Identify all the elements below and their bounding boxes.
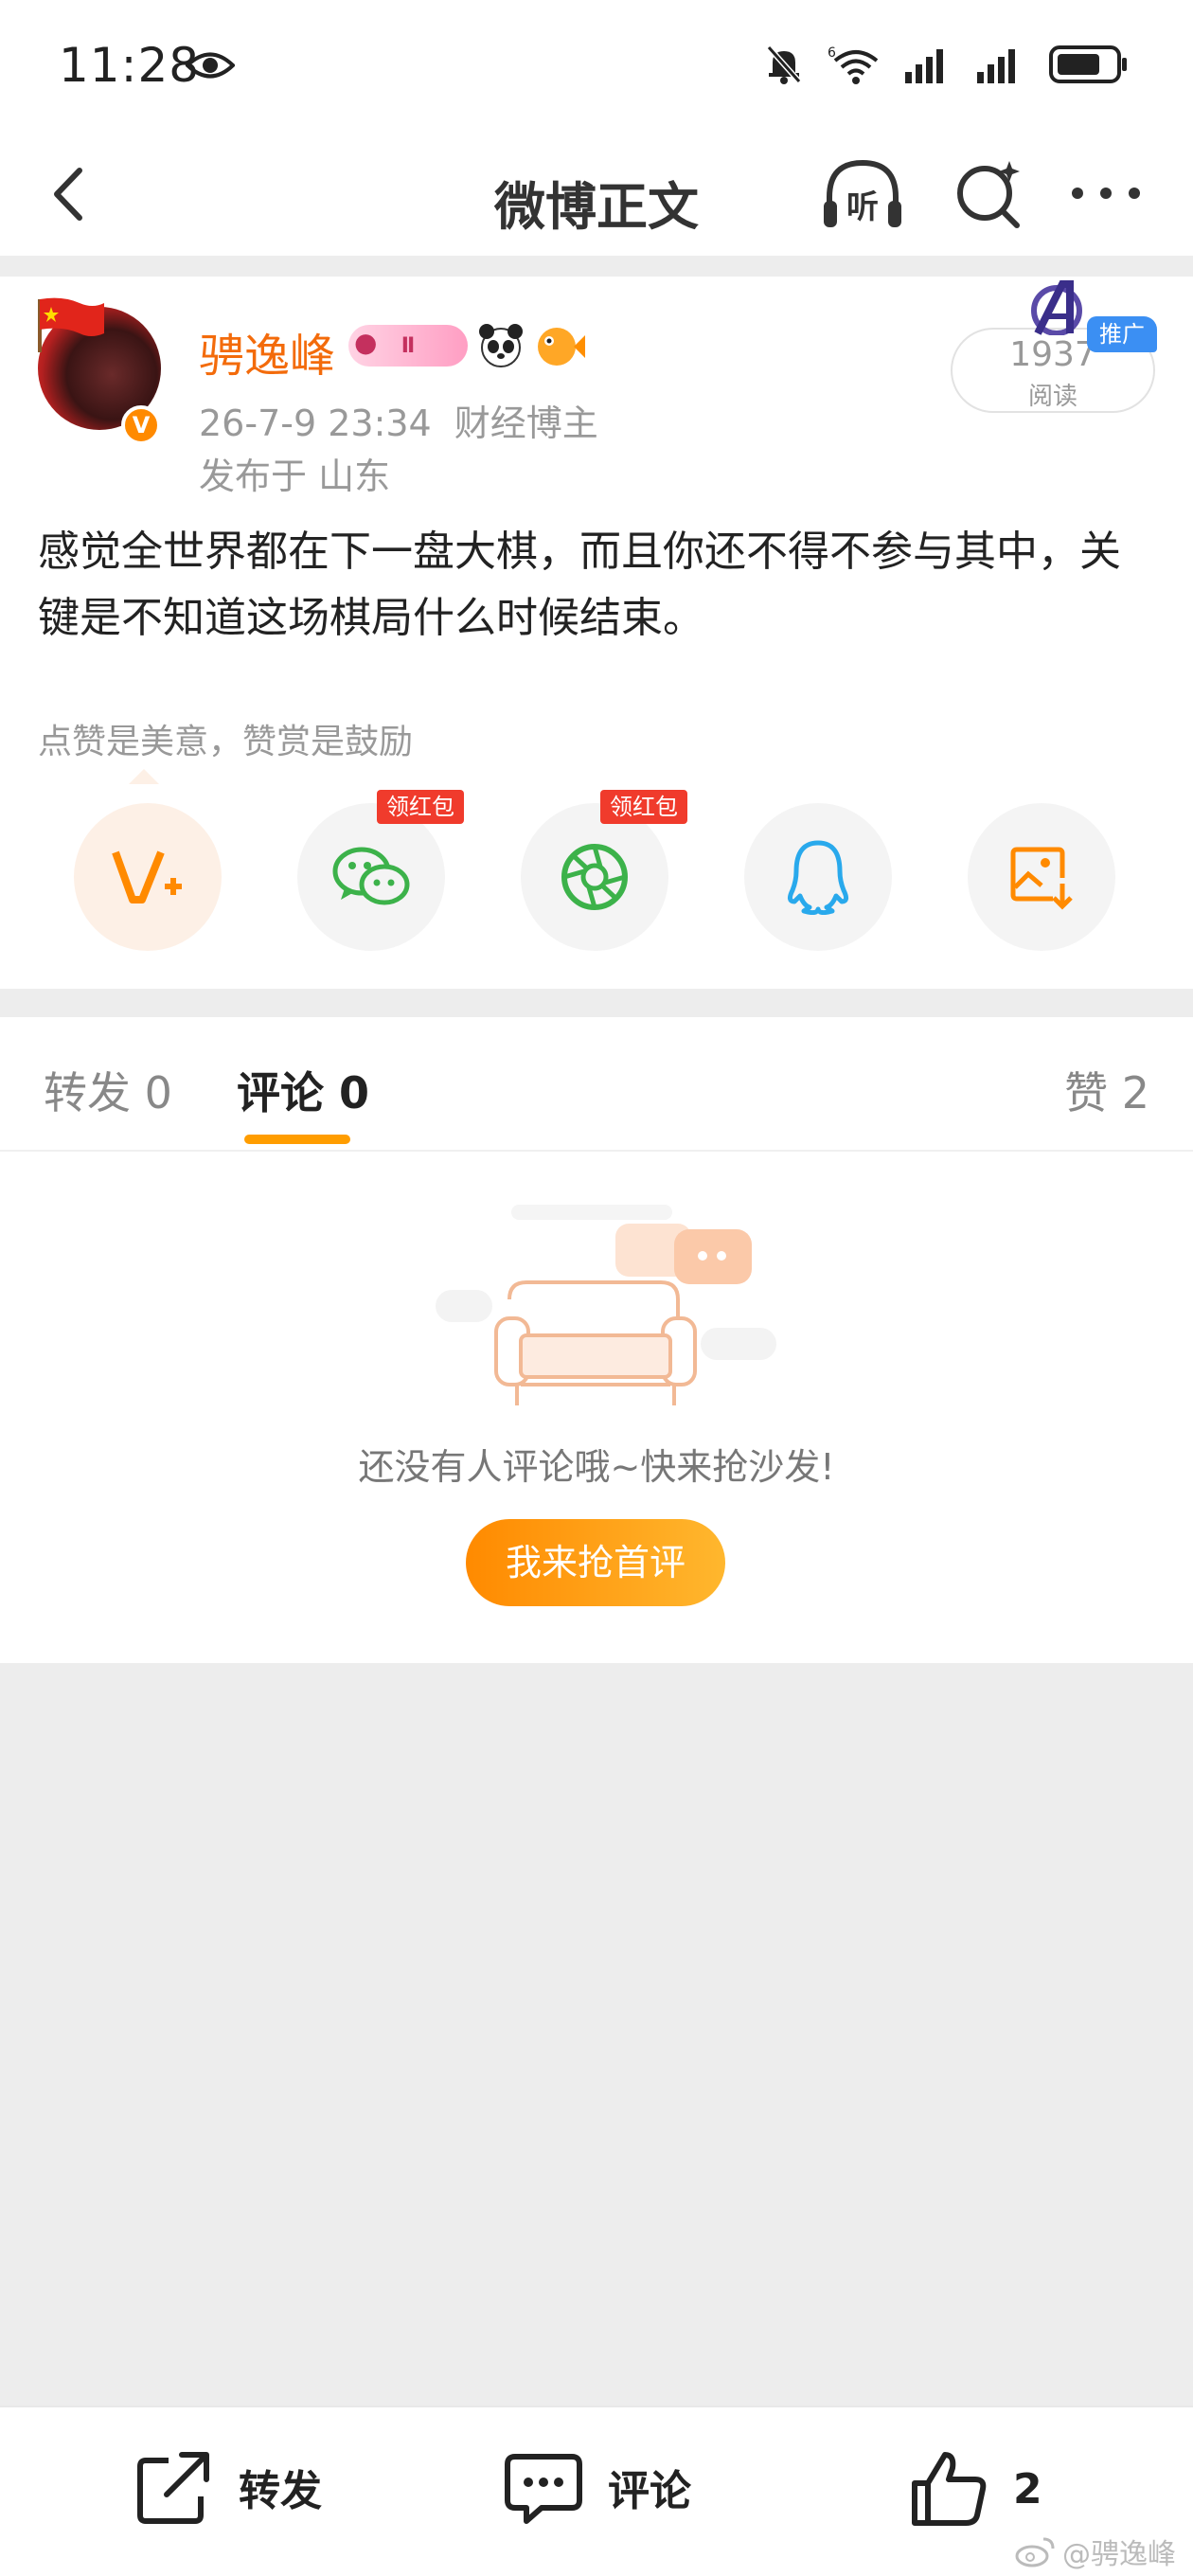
user-badges: ● Ⅱ: [348, 322, 585, 369]
comment-button[interactable]: 评论: [504, 2449, 691, 2525]
bottom-action-bar: 转发 评论 2 @骋逸峰: [0, 2406, 1193, 2576]
verified-badge-icon: V: [121, 405, 161, 445]
status-bar: 11:28 6: [0, 0, 1193, 133]
svg-text:听: 听: [846, 188, 879, 226]
save-image-button[interactable]: [968, 803, 1115, 951]
flag-icon: [38, 297, 104, 352]
wifi-icon: 6: [828, 45, 879, 84]
hint-caret: [129, 769, 159, 784]
level-badge-icon[interactable]: ● Ⅱ: [348, 325, 468, 367]
red-envelope-tag: 领红包: [377, 790, 464, 824]
panda-badge-icon[interactable]: [477, 322, 525, 369]
share-v-plus-button[interactable]: [74, 803, 222, 951]
sofa-empty-icon: [436, 1205, 776, 1405]
battery-icon: [1049, 45, 1127, 83]
empty-message: 还没有人评论哦~快来抢沙发!: [358, 1446, 835, 1488]
signal-icon: [905, 49, 943, 83]
tab-repost[interactable]: 转发 0: [44, 1059, 172, 1121]
first-comment-button[interactable]: 我来抢首评: [466, 1519, 725, 1606]
eye-icon: [186, 52, 235, 79]
like-count: 2: [1013, 2464, 1042, 2513]
thumbs-up-icon: [912, 2452, 987, 2526]
save-image-icon: [1010, 847, 1073, 910]
wechat-icon: [332, 847, 410, 905]
post-location: 发布于 山东: [199, 456, 391, 497]
post-text: 感觉全世界都在下一盘大棋，而且你还不得不参与其中，关键是不知道这场棋局什么时候结…: [38, 528, 1121, 642]
status-icons: 6: [765, 44, 1129, 85]
v-plus-icon: [112, 850, 182, 903]
share-qq-button[interactable]: [744, 803, 892, 951]
svg-text:6: 6: [828, 45, 836, 61]
read-label: 阅读: [1027, 383, 1077, 411]
post-meta: 26-7-9 23:34 财经博主: [199, 394, 598, 446]
interaction-tabs: 转发 0 评论 0 赞 2: [0, 1017, 1193, 1152]
post-card: V 骋逸峰 ● Ⅱ 26-7-9 23:34 财经博主 发布于 山东 1937 阅…: [0, 277, 1193, 989]
empty-comments: 还没有人评论哦~快来抢沙发! 我来抢首评: [0, 1152, 1193, 1663]
promo-tag: 推广: [1087, 316, 1157, 352]
username[interactable]: 骋逸峰: [199, 318, 335, 385]
post-role: 财经博主: [454, 402, 598, 444]
repost-label: 转发: [239, 2467, 322, 2515]
level-badge-label: Ⅱ: [401, 333, 416, 358]
reward-hint: 点赞是美意，赞赏是鼓励: [38, 723, 414, 761]
qq-icon: [787, 840, 849, 915]
watermark: @骋逸峰: [1015, 2531, 1176, 2572]
mute-bell-icon: [766, 45, 802, 84]
like-button[interactable]: 2: [909, 2449, 1042, 2529]
divider: [0, 256, 1193, 277]
more-icon[interactable]: [1068, 165, 1144, 222]
watermark-text: @骋逸峰: [1062, 2538, 1176, 2571]
repost-button[interactable]: 转发: [134, 2449, 322, 2525]
signal-icon: [977, 49, 1015, 83]
post-date: 26-7-9 23:34: [199, 402, 432, 444]
tab-like[interactable]: 赞 2: [1064, 1059, 1149, 1121]
cartoon-girl-icon: ●: [354, 327, 378, 358]
search-icon[interactable]: [951, 157, 1026, 233]
red-envelope-tag: 领红包: [600, 790, 687, 824]
comment-label: 评论: [608, 2467, 691, 2515]
weibo-logo-icon: [1015, 2537, 1055, 2567]
moments-icon: [561, 844, 628, 910]
repost-icon: [137, 2452, 209, 2524]
nav-bar: 微博正文 听: [0, 133, 1193, 256]
divider: [0, 989, 1193, 1017]
share-wechat-button[interactable]: 领红包: [297, 790, 464, 951]
comment-icon: [505, 2454, 582, 2524]
fish-badge-icon[interactable]: [534, 322, 585, 369]
share-row: 领红包 领红包: [0, 790, 1193, 955]
status-time: 11:28: [59, 38, 201, 93]
share-moments-button[interactable]: 领红包: [521, 790, 687, 951]
tab-comment[interactable]: 评论 0: [237, 1059, 369, 1121]
active-tab-indicator: [244, 1135, 350, 1144]
listen-headphones-icon[interactable]: 听: [820, 155, 905, 235]
